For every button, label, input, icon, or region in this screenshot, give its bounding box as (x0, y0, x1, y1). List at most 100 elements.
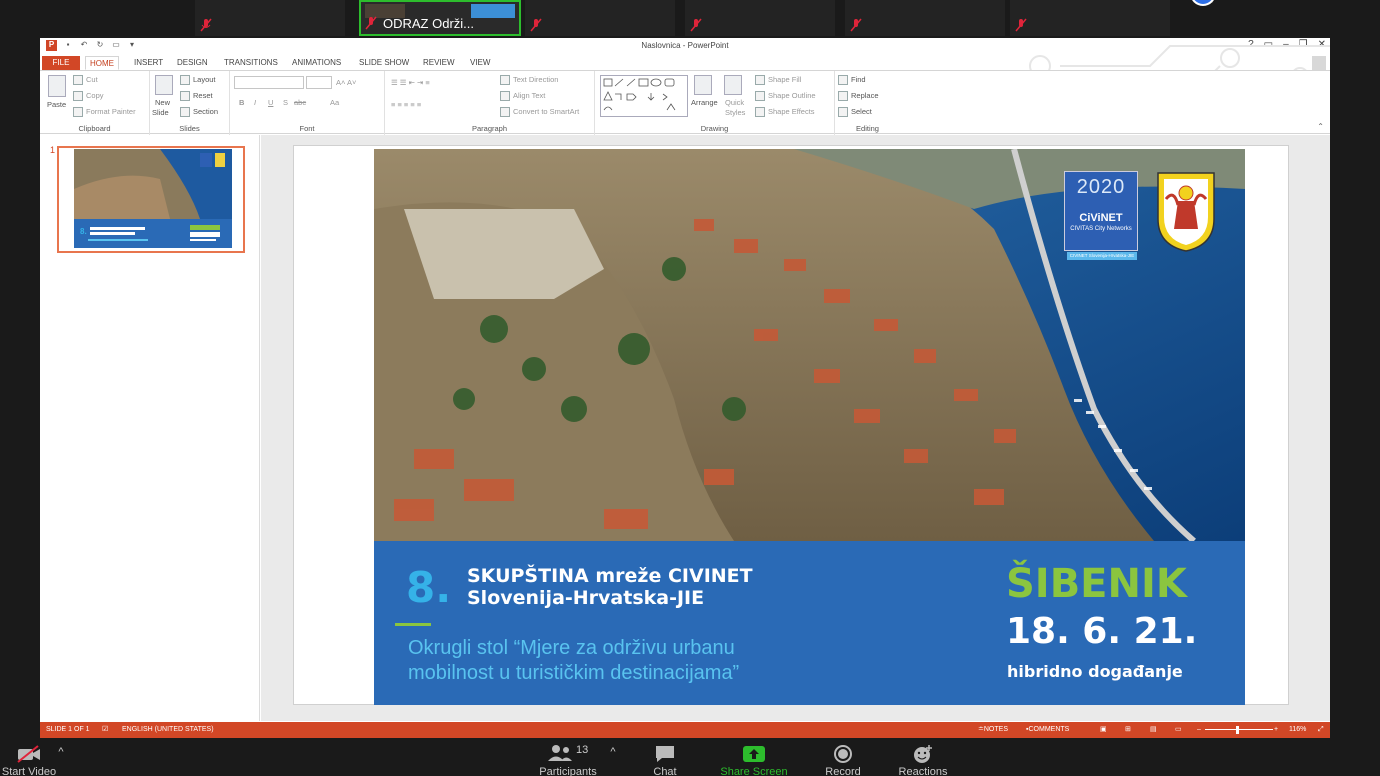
participant-tile[interactable] (685, 0, 835, 36)
edition-number: 8. (406, 563, 452, 612)
ribbon-home: Paste Cut Copy Format Painter Clipboard … (40, 70, 1330, 135)
cut-button[interactable]: Cut (73, 75, 98, 86)
bold-button[interactable]: B (239, 98, 244, 107)
shapes-gallery[interactable] (600, 75, 688, 117)
shape-fill-button[interactable]: Shape Fill (755, 75, 801, 86)
zoom-slider-track[interactable] (1205, 729, 1273, 730)
record-button[interactable]: Record (815, 738, 871, 776)
convert-smartart-button[interactable]: Convert to SmartArt (500, 107, 579, 118)
change-case-button[interactable]: Aa (330, 98, 339, 107)
font-size-select[interactable] (306, 76, 332, 89)
tab-slide-show[interactable]: SLIDE SHOW (355, 56, 413, 70)
slide-canvas[interactable]: 2020 CiViNET CIVITAS City Networks CIVIN… (293, 145, 1289, 705)
zoom-out-icon[interactable]: – (1197, 722, 1201, 738)
text-direction-button[interactable]: Text Direction (500, 75, 558, 86)
italic-button[interactable]: I (254, 98, 256, 107)
participant-tile[interactable] (525, 0, 675, 36)
tab-insert[interactable]: INSERT (130, 56, 167, 70)
comments-button[interactable]: ▪ COMMENTS (1026, 722, 1069, 738)
format-painter-button[interactable]: Format Painter (73, 107, 136, 118)
zoom-slider-thumb[interactable] (1236, 726, 1239, 734)
user-avatar-icon[interactable] (1312, 56, 1326, 70)
paint-bucket-icon (755, 75, 765, 86)
collapse-ribbon-icon[interactable]: ⌃ (1317, 122, 1324, 131)
slide-sorter-icon[interactable]: ⊞ (1125, 722, 1131, 738)
find-icon (838, 75, 848, 86)
tab-transitions[interactable]: TRANSITIONS (220, 56, 282, 70)
participant-tile[interactable] (1010, 0, 1170, 36)
slide-editor[interactable]: 2020 CiViNET CIVITAS City Networks CIVIN… (261, 135, 1330, 721)
align-text-icon (500, 91, 510, 102)
font-name-select[interactable] (234, 76, 304, 89)
mic-muted-icon (1015, 18, 1027, 32)
reset-label: Reset (193, 91, 213, 100)
find-button[interactable]: Find (838, 75, 866, 86)
video-off-icon (17, 745, 40, 763)
underline-button[interactable]: U (268, 98, 273, 107)
tab-home[interactable]: HOME (85, 56, 119, 70)
quick-styles-icon[interactable] (724, 75, 742, 95)
zoom-participant-strip: ODRAZ Održi... (0, 0, 1380, 38)
language-indicator[interactable]: ENGLISH (UNITED STATES) (122, 722, 214, 738)
paste-button[interactable]: Paste (47, 100, 66, 109)
participants-count: 13 (576, 744, 589, 756)
replace-button[interactable]: Replace (838, 91, 879, 102)
tab-view[interactable]: VIEW (466, 56, 494, 70)
select-label: Select (851, 107, 872, 116)
group-label: Editing (856, 124, 879, 133)
slide-thumbnail-panel: 1 8. (40, 135, 260, 721)
tab-animations[interactable]: ANIMATIONS (288, 56, 345, 70)
tab-file[interactable]: FILE (42, 56, 80, 70)
screen-share-indicator-icon[interactable] (1190, 0, 1216, 6)
section-button[interactable]: Section (180, 107, 218, 118)
new-slide-label: Slide (152, 108, 169, 117)
share-screen-button[interactable]: Share Screen (712, 738, 796, 776)
participant-tile-active[interactable]: ODRAZ Održi... (359, 0, 521, 36)
arrange-icon[interactable] (694, 75, 712, 95)
reset-button[interactable]: Reset (180, 91, 213, 102)
shadow-button[interactable]: S (283, 98, 288, 107)
text-direction-icon (500, 75, 510, 86)
tab-design[interactable]: DESIGN (173, 56, 212, 70)
align-icons[interactable]: ≡ ≡ ≡ ≡ ≡ (391, 100, 421, 109)
layout-button[interactable]: Layout (180, 75, 216, 86)
spellcheck-icon[interactable]: ☑ (102, 722, 108, 738)
zoom-in-icon[interactable]: + (1274, 722, 1278, 738)
strikethrough-button[interactable]: abc (294, 98, 306, 107)
subtitle-line2: mobilnost u turističkim destinacijama” (408, 662, 740, 684)
reactions-button[interactable]: Reactions (890, 738, 956, 776)
slide-thumbnail[interactable]: 8. (57, 146, 245, 253)
participant-tile[interactable] (195, 0, 345, 36)
copy-button[interactable]: Copy (73, 91, 104, 102)
zoom-level[interactable]: 116% (1289, 722, 1306, 738)
participant-tile[interactable] (845, 0, 1005, 36)
fit-slide-icon[interactable]: ⤢ (1318, 722, 1324, 738)
slide-thumbnail-content: 8. (60, 149, 242, 250)
align-text-button[interactable]: Align Text (500, 91, 545, 102)
shape-outline-button[interactable]: Shape Outline (755, 91, 816, 102)
chat-button[interactable]: Chat (640, 738, 690, 776)
participants-options-chevron-icon[interactable]: ^ (606, 746, 620, 760)
reset-icon (180, 91, 190, 102)
paste-icon[interactable] (48, 75, 66, 97)
title-band: 8. SKUPŠTINA mreže CIVINET Slovenija-Hrv… (374, 541, 1245, 705)
quick-styles-button[interactable]: Quick (725, 98, 744, 107)
notes-button[interactable]: ≐ NOTES (978, 722, 1008, 738)
slideshow-view-icon[interactable]: ▭ (1175, 722, 1182, 738)
new-slide-button[interactable]: New (155, 98, 170, 107)
group-label: Font (299, 124, 315, 133)
start-video-button[interactable]: Start Video (0, 738, 58, 776)
tab-review[interactable]: REVIEW (419, 56, 459, 70)
participants-button[interactable]: 13 Participants (520, 738, 616, 776)
group-drawing: Arrange Quick Styles Shape Fill Shape Ou… (595, 71, 835, 135)
video-options-chevron-icon[interactable]: ^ (54, 746, 68, 760)
arrange-button[interactable]: Arrange (691, 98, 718, 107)
shape-effects-button[interactable]: Shape Effects (755, 107, 815, 118)
font-grow-icon[interactable]: A˄ A˅ (336, 78, 356, 87)
normal-view-icon[interactable]: ▣ (1100, 722, 1107, 738)
bullets-icon[interactable]: ☰ ☰ ⇤ ⇥ ≡ (391, 78, 430, 87)
new-slide-icon[interactable] (155, 75, 173, 95)
select-button[interactable]: Select (838, 107, 872, 118)
copy-icon (73, 91, 83, 102)
reading-view-icon[interactable]: ▤ (1150, 722, 1157, 738)
